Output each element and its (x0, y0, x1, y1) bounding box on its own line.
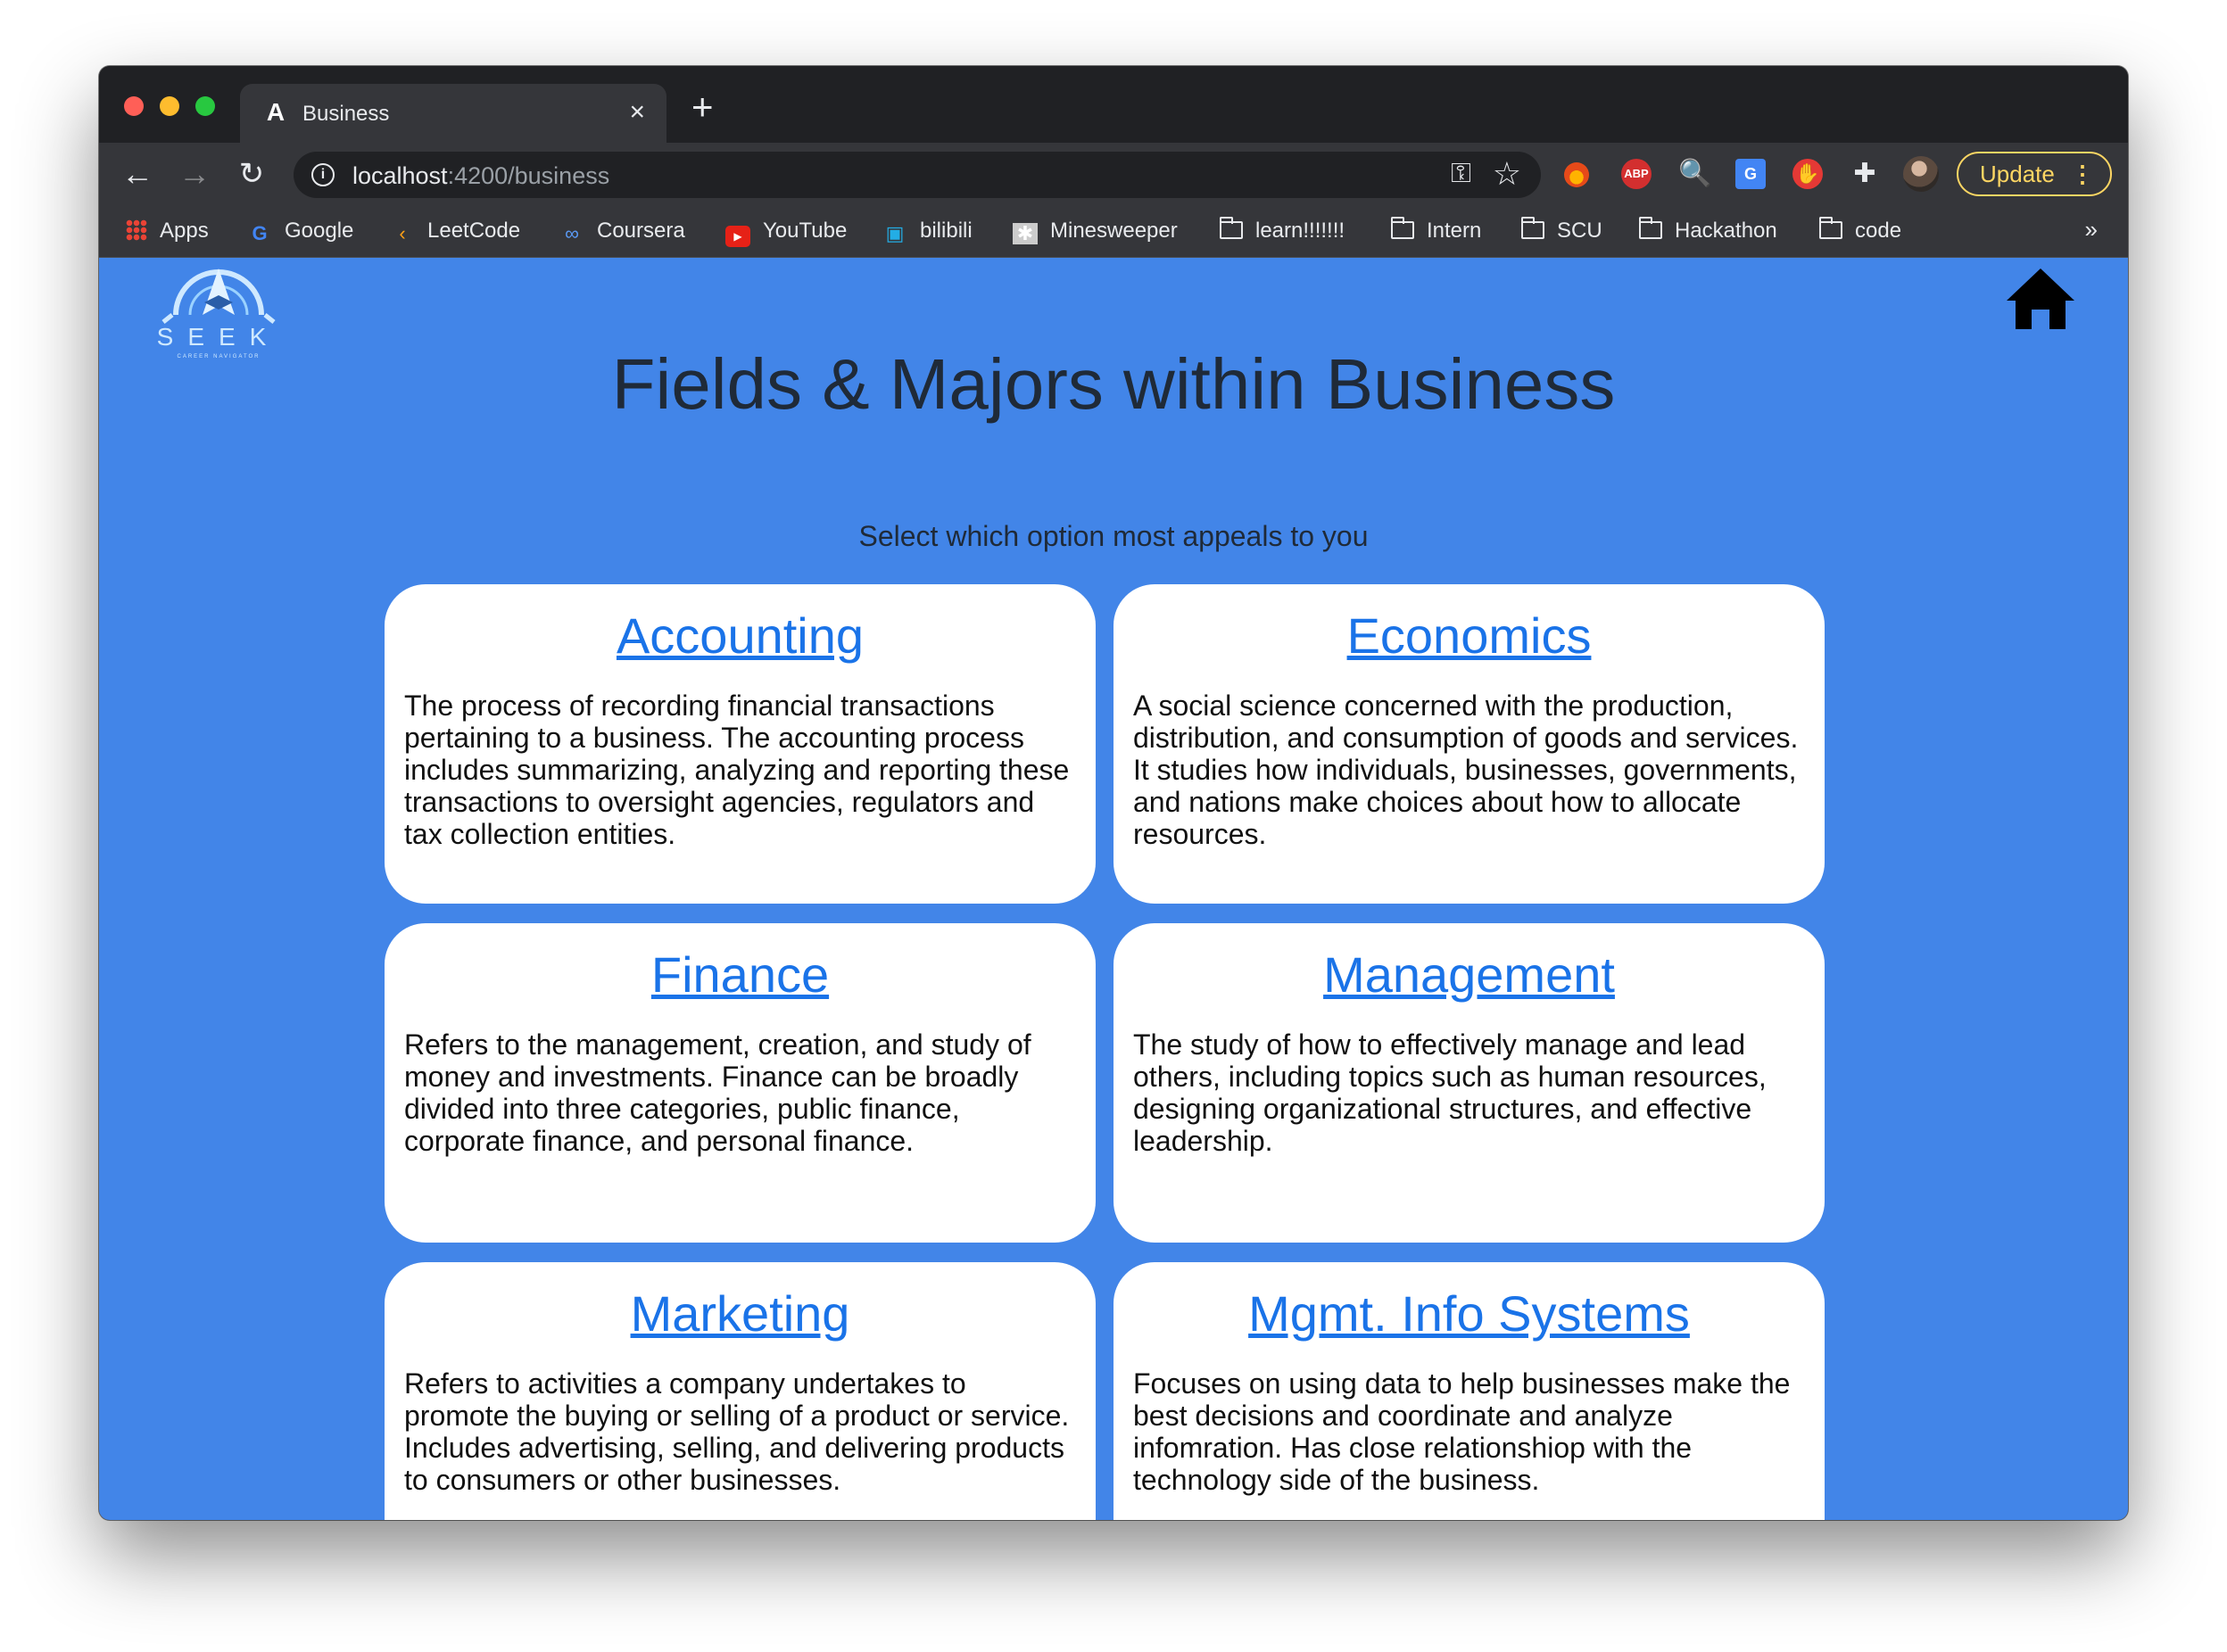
folder-icon (1639, 217, 1662, 239)
major-card-finance: Finance Refers to the management, creati… (385, 923, 1096, 1243)
browser-window: A Business × + ← → ↻ i localhost:4200/bu… (99, 66, 2128, 1520)
major-card-marketing: Marketing Refers to activities a company… (385, 1262, 1096, 1520)
folder-icon (1220, 217, 1243, 239)
bilibili-icon: ▣ (885, 222, 905, 244)
folder-icon (1521, 217, 1544, 239)
tab-strip: A Business × + (99, 66, 2128, 143)
more-bookmarks-chevron-icon[interactable]: » (2085, 216, 2098, 244)
major-description: Focuses on using data to help businesses… (1133, 1367, 1791, 1496)
bookmark-bilibili[interactable]: ▣ bilibili (882, 218, 973, 244)
major-card-mis: Mgmt. Info Systems Focuses on using data… (1114, 1262, 1825, 1520)
bookmark-star-icon[interactable]: ☆ (1493, 155, 1521, 193)
maximize-window-button[interactable] (195, 96, 215, 116)
major-description: The process of recording financial trans… (404, 690, 1070, 850)
forward-button[interactable]: → (176, 155, 213, 193)
bookmark-minesweeper[interactable]: ✱ Minesweeper (1013, 218, 1178, 244)
major-description: The study of how to effectively manage a… (1133, 1028, 1767, 1157)
home-icon[interactable] (2005, 267, 2076, 331)
bookmark-coursera[interactable]: ∞ Coursera (559, 218, 685, 244)
bookmark-folder-intern[interactable]: Intern (1391, 217, 1481, 244)
leetcode-icon: ‹ (399, 222, 406, 244)
key-icon[interactable]: ⚿ (1451, 159, 1471, 189)
back-button[interactable]: ← (119, 155, 156, 193)
menu-dots-icon: ⋮ (2071, 161, 2094, 187)
bookmark-apps[interactable]: Apps (126, 218, 209, 244)
bookmark-leetcode[interactable]: ‹ LeetCode (390, 218, 520, 244)
bookmark-folder-hackathon[interactable]: Hackathon (1639, 217, 1777, 244)
google-translate-icon[interactable]: G (1735, 159, 1766, 189)
bookmark-folder-learn[interactable]: learn!!!!!!! (1220, 217, 1345, 244)
major-card-management: Management The study of how to effective… (1114, 923, 1825, 1243)
page-title: Fields & Majors within Business (611, 344, 1616, 424)
tab-business[interactable]: A Business × (240, 84, 666, 143)
minesweeper-icon: ✱ (1013, 223, 1038, 244)
minimize-window-button[interactable] (160, 96, 179, 116)
new-tab-button[interactable]: + (691, 87, 714, 127)
profile-avatar[interactable] (1903, 156, 1939, 192)
major-card-accounting: Accounting The process of recording fina… (385, 584, 1096, 904)
bookmarks-bar: Apps G Google ‹ LeetCode ∞ Coursera ▶ YouTub… (99, 205, 2128, 258)
bookmark-youtube[interactable]: ▶ YouTube (725, 218, 847, 247)
close-window-button[interactable] (124, 96, 144, 116)
adblock-plus-icon[interactable]: ABP (1621, 159, 1652, 189)
major-description: A social science concerned with the prod… (1133, 690, 1799, 850)
url-text[interactable]: localhost:4200/business (352, 162, 609, 189)
major-link-mis[interactable]: Mgmt. Info Systems (1133, 1285, 1805, 1342)
update-button[interactable]: Update ⋮ (1957, 152, 2112, 196)
major-link-accounting[interactable]: Accounting (404, 607, 1076, 665)
bookmark-google[interactable]: G Google (247, 218, 353, 244)
folder-icon (1391, 217, 1414, 239)
page-subtitle: Select which option most appeals to you (858, 520, 1369, 552)
google-icon: G (252, 222, 268, 244)
coursera-icon: ∞ (565, 222, 579, 244)
address-bar[interactable]: i localhost:4200/business ⚿ ☆ (294, 152, 1541, 198)
major-card-economics: Economics A social science concerned wit… (1114, 584, 1825, 904)
browser-toolbar: ← → ↻ i localhost:4200/business ⚿ ☆ ABP … (99, 143, 2128, 205)
youtube-icon: ▶ (725, 226, 750, 247)
extension-stop-hand-icon[interactable]: ✋ (1792, 159, 1823, 189)
site-info-icon[interactable]: i (311, 163, 335, 186)
major-link-finance[interactable]: Finance (404, 946, 1076, 1004)
apps-grid-icon (126, 219, 147, 241)
tab-title: Business (302, 102, 390, 126)
page-content: SEEK CAREER NAVIGATOR Fields & Majors wi… (99, 258, 2128, 1520)
major-link-management[interactable]: Management (1133, 946, 1805, 1004)
extensions-puzzle-icon[interactable]: ✚ (1850, 159, 1880, 189)
major-link-economics[interactable]: Economics (1133, 607, 1805, 665)
majors-grid: Accounting The process of recording fina… (385, 584, 1842, 1520)
bookmark-folder-code[interactable]: code (1819, 217, 1901, 244)
major-description: Refers to the management, creation, and … (404, 1028, 1031, 1157)
angular-icon: A (266, 98, 286, 126)
folder-icon (1819, 217, 1842, 239)
major-link-marketing[interactable]: Marketing (404, 1285, 1076, 1342)
reload-button[interactable]: ↻ (233, 155, 270, 193)
bookmark-folder-scu[interactable]: SCU (1521, 217, 1602, 244)
major-description: Refers to activities a company undertake… (404, 1367, 1070, 1496)
extension-magnifier-icon[interactable]: 🔍 (1678, 159, 1711, 189)
close-tab-icon[interactable]: × (629, 99, 645, 126)
extension-fire-icon[interactable] (1564, 162, 1589, 187)
